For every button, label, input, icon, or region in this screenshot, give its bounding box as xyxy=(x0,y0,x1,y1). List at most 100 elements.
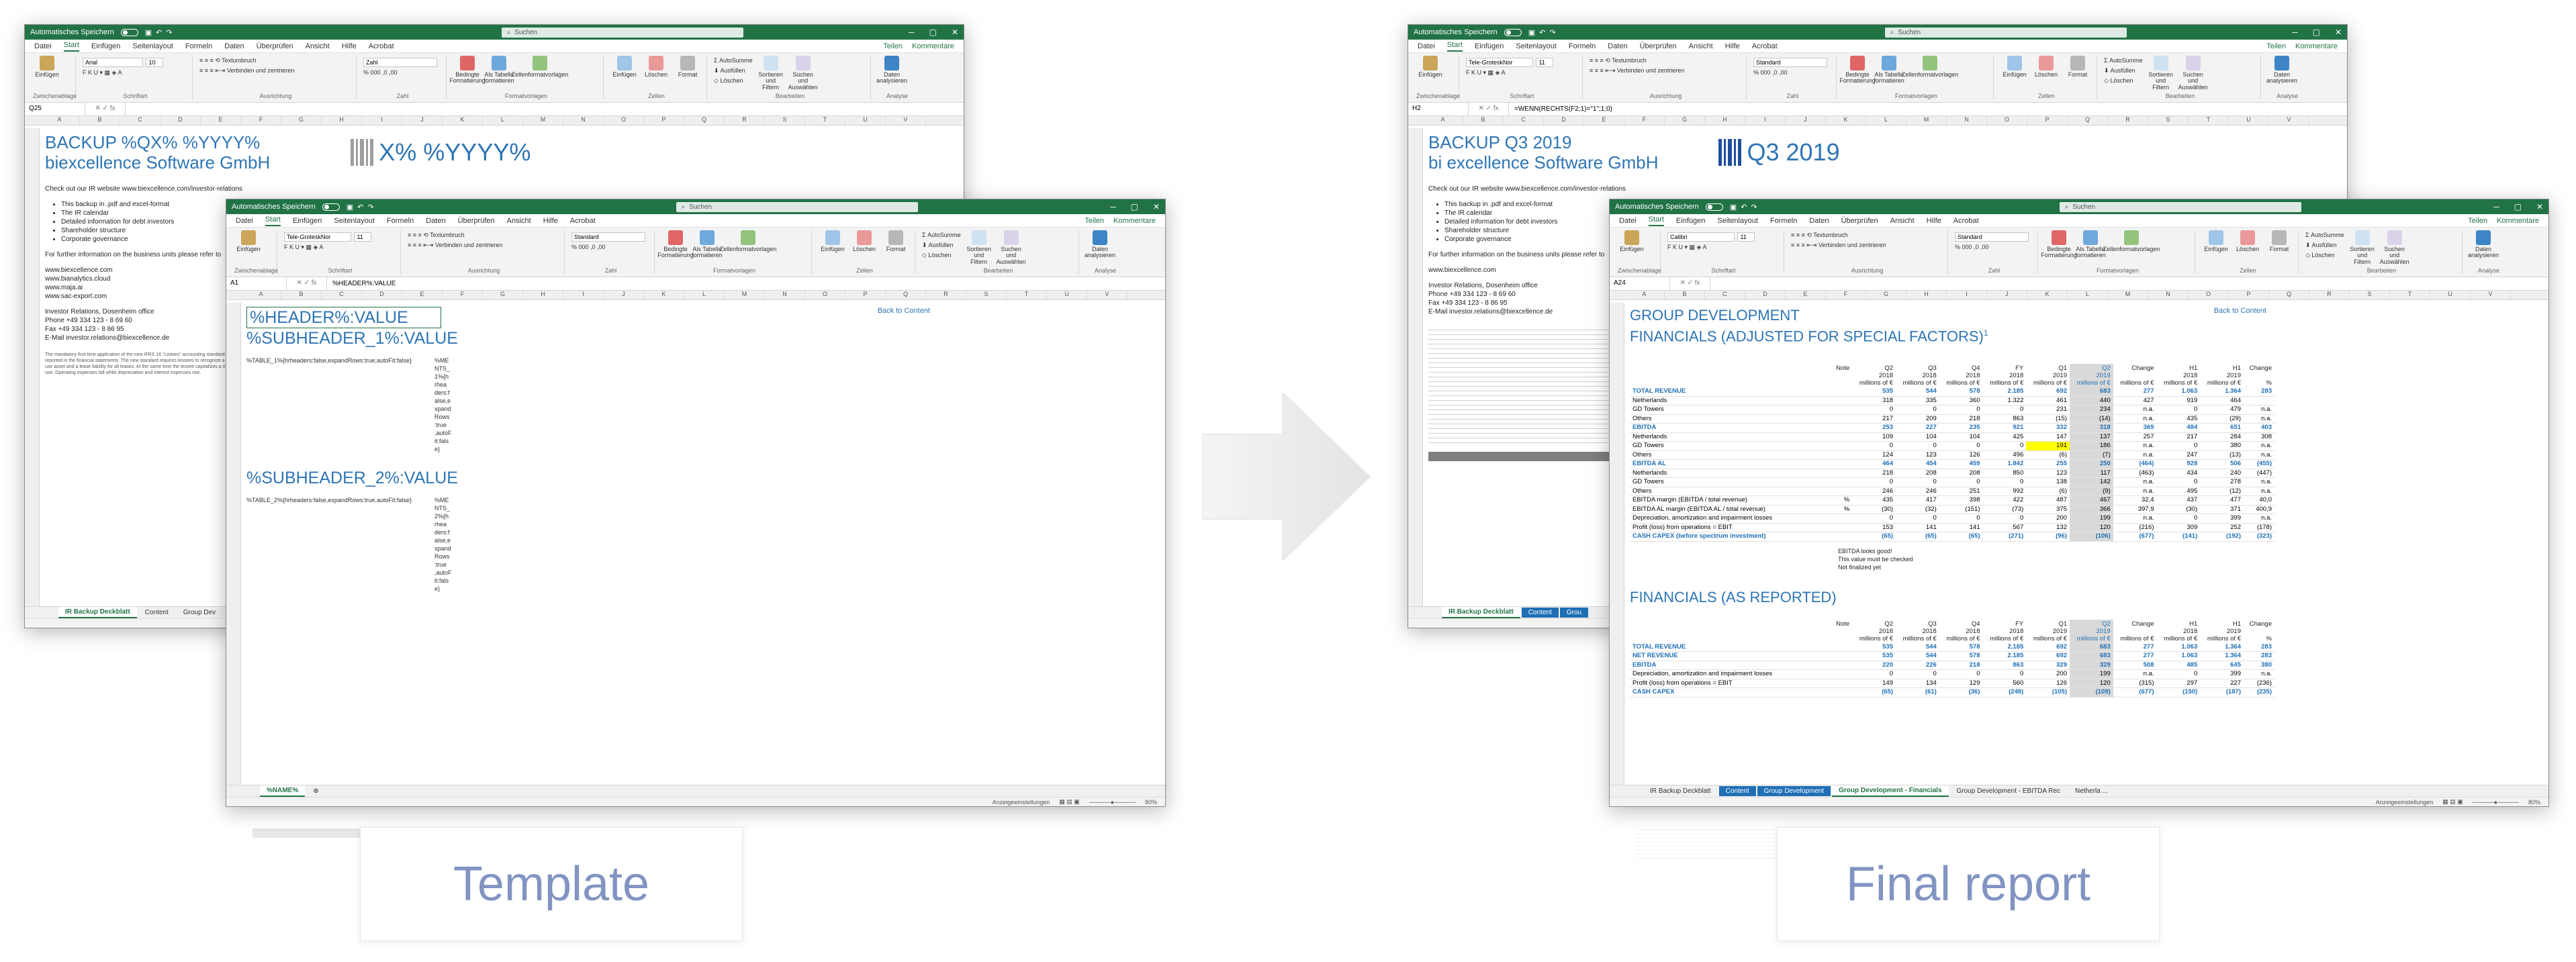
value-cell[interactable]: (187) xyxy=(2200,687,2244,698)
menu-einfuegen[interactable]: Einfügen xyxy=(91,42,120,50)
value-cell[interactable]: 0 xyxy=(1939,405,1983,415)
value-cell[interactable]: 0 xyxy=(1896,477,1939,487)
value-cell[interactable]: (14) xyxy=(2070,414,2113,424)
tab-content[interactable]: Content xyxy=(1521,608,1559,618)
value-cell[interactable]: 487 xyxy=(2026,495,2070,506)
sort-filter-button[interactable]: Sortieren und Filtern xyxy=(757,56,785,91)
value-cell[interactable]: 329 xyxy=(2070,661,2113,671)
display-settings[interactable]: Anzeigeeinstellungen xyxy=(2376,799,2434,806)
paste-button[interactable]: Einfügen xyxy=(33,56,61,78)
value-cell[interactable]: (12) xyxy=(2200,487,2244,497)
find-select-button[interactable]: Suchen und Auswählen xyxy=(788,56,818,91)
fx-icon[interactable]: ✕ ✓ fx xyxy=(1469,103,1509,115)
value-cell[interactable]: n.a. xyxy=(2113,405,2157,415)
value-cell[interactable]: (192) xyxy=(2200,532,2244,542)
menu-einfuegen[interactable]: Einfügen xyxy=(293,217,322,225)
value-cell[interactable]: 246 xyxy=(1852,487,1896,497)
value-cell[interactable]: (30) xyxy=(2156,505,2201,515)
menu-acrobat[interactable]: Acrobat xyxy=(1953,217,1979,225)
value-cell[interactable]: 0 xyxy=(1852,441,1896,451)
value-cell[interactable]: 496 xyxy=(1982,450,2027,461)
name-box[interactable]: A24 xyxy=(1610,277,1670,290)
autosave-toggle[interactable] xyxy=(1504,28,1522,36)
row-label[interactable]: Netherlands xyxy=(1630,396,1831,406)
find-select-button[interactable]: Suchen und Auswählen xyxy=(997,230,1026,265)
value-cell[interactable]: 578 xyxy=(1939,387,1983,397)
value-cell[interactable]: 277 xyxy=(2113,387,2157,397)
delete-cells-button[interactable]: Löschen xyxy=(850,230,878,252)
tab-content[interactable]: Content xyxy=(138,608,175,618)
value-cell[interactable]: n.a. xyxy=(2113,441,2157,451)
value-cell[interactable]: 1.364 xyxy=(2200,642,2244,653)
value-cell[interactable]: (463) xyxy=(2113,469,2157,479)
menu-seitenlayout[interactable]: Seitenlayout xyxy=(334,217,375,225)
value-cell[interactable]: n.a. xyxy=(2244,477,2274,487)
menu-ueberpruefen[interactable]: Überprüfen xyxy=(257,42,293,50)
format-table-button[interactable]: Als Tabelle formatieren xyxy=(692,230,723,259)
value-cell[interactable]: 692 xyxy=(2026,651,2070,661)
value-cell[interactable]: 247 xyxy=(2156,450,2201,461)
maximize-icon[interactable]: ▢ xyxy=(1131,202,1138,211)
note-cell[interactable] xyxy=(1831,514,1853,524)
value-cell[interactable]: (6) xyxy=(2026,450,2070,461)
note-cell[interactable] xyxy=(1831,532,1853,542)
value-cell[interactable]: 434 xyxy=(2156,469,2201,479)
sort-filter-button[interactable]: Sortieren und Filtern xyxy=(2348,230,2377,265)
note-cell[interactable] xyxy=(1831,477,1853,487)
value-cell[interactable]: 567 xyxy=(1982,523,2027,533)
menu-start[interactable]: Start xyxy=(63,41,79,52)
tab-group-development[interactable]: Group Development xyxy=(1757,786,1831,796)
share-button[interactable]: Teilen xyxy=(2266,42,2286,50)
value-cell[interactable]: n.a. xyxy=(2244,441,2274,451)
formula-input[interactable]: =WENN(RECHTS(F2;1)="1";1;0) xyxy=(1509,105,1612,113)
format-cells-button[interactable]: Format xyxy=(2064,56,2092,78)
comments-button[interactable]: Kommentare xyxy=(912,42,954,50)
row-label[interactable]: EBITDA xyxy=(1630,423,1831,433)
value-cell[interactable]: 147 xyxy=(2026,432,2070,442)
menu-ansicht[interactable]: Ansicht xyxy=(1890,217,1915,225)
menu-daten[interactable]: Daten xyxy=(426,217,445,225)
redo-icon[interactable]: ↷ xyxy=(367,203,373,211)
close-icon[interactable]: ✕ xyxy=(952,28,958,37)
value-cell[interactable]: n.a. xyxy=(2113,669,2157,679)
fx-icon[interactable]: ✕ ✓ fx xyxy=(85,103,126,115)
note-cell[interactable] xyxy=(1831,387,1853,397)
value-cell[interactable]: 227 xyxy=(2200,679,2244,689)
value-cell[interactable]: 863 xyxy=(1982,414,2027,424)
note-cell[interactable] xyxy=(1831,687,1853,698)
value-cell[interactable]: 0 xyxy=(1982,441,2027,451)
value-cell[interactable]: (65) xyxy=(1852,532,1896,542)
tab-group-development-financials[interactable]: Group Development - Financials xyxy=(1832,785,1949,797)
delete-cells-button[interactable]: Löschen xyxy=(2234,230,2262,252)
value-cell[interactable]: 109 xyxy=(1852,432,1896,442)
note-cell[interactable] xyxy=(1831,423,1853,433)
value-cell[interactable]: 544 xyxy=(1896,642,1939,653)
view-buttons[interactable]: ▦ ▤ ▣ xyxy=(1059,798,1080,806)
share-button[interactable]: Teilen xyxy=(1085,217,1104,225)
note-cell[interactable] xyxy=(1831,661,1853,671)
redo-icon[interactable]: ↷ xyxy=(166,28,172,37)
menu-daten[interactable]: Daten xyxy=(1608,42,1627,50)
cell-styles-button[interactable]: Zellenformatvorlagen xyxy=(512,56,568,78)
note-cell[interactable] xyxy=(1831,450,1853,461)
value-cell[interactable]: 141 xyxy=(1896,523,1939,533)
value-cell[interactable]: 461 xyxy=(2026,396,2070,406)
value-cell[interactable]: 0 xyxy=(1939,669,1983,679)
value-cell[interactable]: 0 xyxy=(1896,405,1939,415)
comments-button[interactable]: Kommentare xyxy=(1113,217,1156,225)
value-cell[interactable]: 0 xyxy=(1852,477,1896,487)
comments-button[interactable]: Kommentare xyxy=(2295,42,2338,50)
value-cell[interactable]: 209 xyxy=(1896,414,1939,424)
share-button[interactable]: Teilen xyxy=(2468,217,2487,225)
value-cell[interactable]: 440 xyxy=(2070,396,2113,406)
clear-button[interactable]: ◇ Löschen xyxy=(922,250,961,260)
menu-acrobat[interactable]: Acrobat xyxy=(1752,42,1778,50)
value-cell[interactable]: (65) xyxy=(1896,532,1939,542)
value-cell[interactable]: 692 xyxy=(2026,642,2070,653)
value-cell[interactable]: (677) xyxy=(2113,687,2157,698)
value-cell[interactable]: 1.063 xyxy=(2156,387,2201,397)
display-settings[interactable]: Anzeigeeinstellungen xyxy=(993,799,1050,806)
value-cell[interactable]: 1.842 xyxy=(1982,459,2027,469)
minimize-icon[interactable]: ─ xyxy=(909,28,915,37)
menu-datei[interactable]: Datei xyxy=(34,42,52,50)
